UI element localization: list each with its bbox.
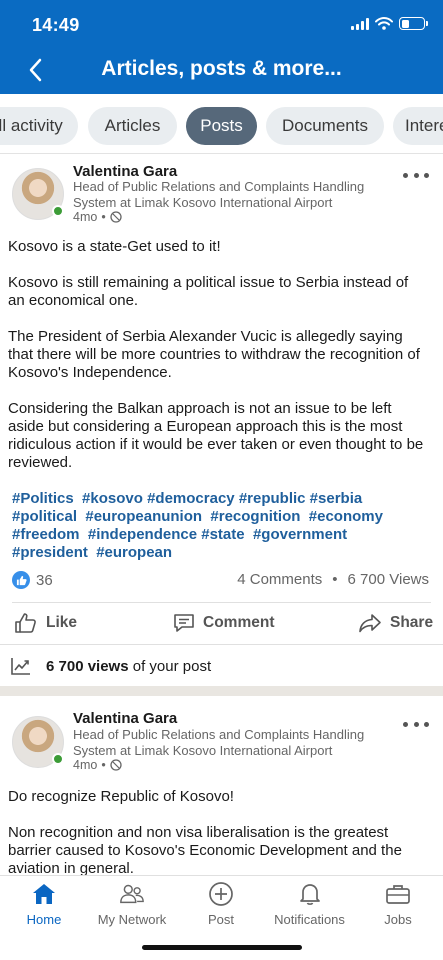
wifi-icon <box>375 17 393 30</box>
meta-separator: • <box>101 210 106 224</box>
filter-pill-posts[interactable]: Posts <box>186 107 257 145</box>
hashtag-link[interactable]: #state <box>201 526 244 543</box>
views-count[interactable]: 6 700 Views <box>348 571 429 588</box>
post-action-bar: Like Comment Share <box>0 603 443 643</box>
feed-separator <box>0 686 443 696</box>
nav-my-network[interactable]: My Network <box>88 882 176 927</box>
avatar[interactable] <box>12 716 64 768</box>
post-paragraph: The President of Serbia Alexander Vucic … <box>8 328 420 381</box>
author-headline: Head of Public Relations and Complaints … <box>73 179 365 210</box>
like-button-label: Like <box>46 614 78 631</box>
nav-home-label: Home <box>26 912 62 927</box>
battery-icon <box>399 17 428 30</box>
globe-icon <box>110 211 122 223</box>
comments-count[interactable]: 4 Comments <box>237 571 322 588</box>
status-time: 14:49 <box>32 15 80 35</box>
online-status-indicator <box>52 205 64 217</box>
status-icons <box>351 17 428 30</box>
hashtag-link[interactable]: #economy <box>309 508 383 525</box>
like-button[interactable]: Like <box>14 603 77 643</box>
like-reaction-icon <box>12 571 30 589</box>
filter-pill-articles[interactable]: Articles <box>88 107 177 145</box>
feed-post: Valentina Gara Head of Public Relations … <box>0 696 443 875</box>
post-age: 4mo <box>73 758 98 772</box>
post-analytics-row[interactable]: 6 700 views of your post <box>10 652 211 680</box>
network-icon <box>119 882 145 906</box>
more-options-button[interactable] <box>403 168 429 182</box>
meta-separator: • <box>101 758 106 772</box>
post-paragraph: Do recognize Republic of Kosovo! <box>8 788 234 805</box>
nav-post[interactable]: Post <box>177 882 265 927</box>
hashtag-link[interactable]: #freedom <box>12 526 80 543</box>
views-suffix: of your post <box>132 657 212 675</box>
hashtag-link[interactable]: #Politics <box>12 490 74 507</box>
divider <box>0 644 443 645</box>
share-button-label: Share <box>390 614 434 631</box>
reaction-count[interactable]: 36 <box>12 571 53 589</box>
briefcase-icon <box>385 882 411 906</box>
comment-button-label: Comment <box>203 614 275 631</box>
comment-icon <box>174 614 194 632</box>
comment-button[interactable]: Comment <box>173 603 274 643</box>
post-meta: 4mo • <box>73 210 122 224</box>
hashtag-link[interactable]: #government <box>253 526 347 543</box>
hashtag-link[interactable]: #kosovo <box>82 490 143 507</box>
post-meta: 4mo • <box>73 758 122 772</box>
nav-my-network-label: My Network <box>97 912 167 927</box>
nav-jobs-label: Jobs <box>384 912 412 927</box>
more-options-button[interactable] <box>403 717 429 731</box>
hashtag-link[interactable]: #europeanunion <box>85 508 202 525</box>
filter-pill-interests[interactable]: Interests <box>393 107 443 145</box>
share-button[interactable]: Share <box>358 603 433 643</box>
avatar[interactable] <box>12 168 64 220</box>
engagement-counts: 4 Comments • 6 700 Views <box>237 571 429 588</box>
post-paragraph: Kosovo is still remaining a political is… <box>8 274 409 309</box>
social-counts: 36 4 Comments • 6 700 Views <box>12 571 429 591</box>
home-icon <box>31 882 57 906</box>
hashtag-link[interactable]: #serbia <box>310 490 363 507</box>
globe-icon <box>110 759 122 771</box>
app-header: 14:49 Articles, posts & more... <box>0 0 443 94</box>
author-name[interactable]: Valentina Gara <box>73 710 177 727</box>
post-text: Kosovo is a state-Get used to it! Kosovo… <box>8 238 428 490</box>
counts-separator: • <box>332 571 338 588</box>
nav-post-label: Post <box>207 912 234 927</box>
page-title: Articles, posts & more... <box>101 57 342 80</box>
nav-notifications-label: Notifications <box>274 912 345 927</box>
post-paragraph: Considering the Balkan approach is not a… <box>8 400 424 471</box>
reaction-count-value: 36 <box>36 571 53 589</box>
home-indicator <box>142 945 302 950</box>
hashtag-link[interactable]: #european <box>96 544 172 561</box>
hashtag-link[interactable]: #republic <box>239 490 306 507</box>
post-paragraph: Kosovo is a state-Get used to it! <box>8 238 221 255</box>
post-paragraph: Non recognition and non visa liberalisat… <box>8 824 402 875</box>
thumbs-up-icon <box>15 613 36 633</box>
filter-pill-documents[interactable]: Documents <box>266 107 384 145</box>
nav-home[interactable]: Home <box>0 882 88 927</box>
author-name[interactable]: Valentina Gara <box>73 163 177 180</box>
filter-pill-all-activity[interactable]: All activity <box>0 107 78 145</box>
plus-circle-icon <box>208 882 234 906</box>
cellular-signal-icon <box>351 17 369 30</box>
online-status-indicator <box>52 753 64 765</box>
hashtag-link[interactable]: #president <box>12 544 88 561</box>
analytics-text: 6 700 views of your post <box>46 658 211 675</box>
bell-icon <box>297 882 323 906</box>
nav-notifications[interactable]: Notifications <box>262 882 357 927</box>
hashtag-link[interactable]: #recognition <box>210 508 300 525</box>
post-text: Do recognize Republic of Kosovo! Non rec… <box>8 788 428 875</box>
hashtag-list: #Politics #kosovo #democracy #republic #… <box>8 490 428 562</box>
hashtag-link[interactable]: #democracy <box>147 490 235 507</box>
analytics-chart-icon <box>11 658 30 675</box>
hashtag-link[interactable]: #political <box>12 508 77 525</box>
filter-pills: All activity Articles Posts Documents In… <box>0 94 443 154</box>
hashtag-link[interactable]: #independence <box>88 526 197 543</box>
post-age: 4mo <box>73 210 98 224</box>
views-highlight: 6 700 views <box>46 657 129 675</box>
share-arrow-icon <box>359 614 381 633</box>
nav-jobs[interactable]: Jobs <box>354 882 442 927</box>
author-headline: Head of Public Relations and Complaints … <box>73 727 365 758</box>
